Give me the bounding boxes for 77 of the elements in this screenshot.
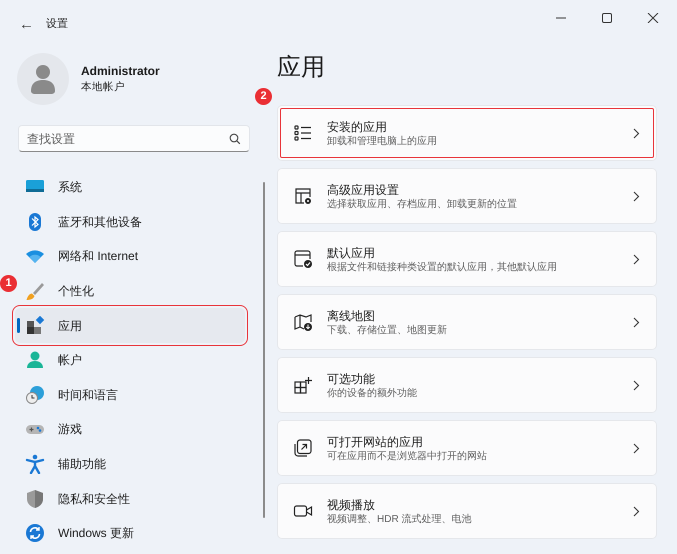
card-title: 高级应用设置 xyxy=(327,182,400,198)
nav-item[interactable]: 系统 xyxy=(15,170,245,205)
page-title: 应用 xyxy=(277,54,326,82)
window-check-icon xyxy=(293,249,313,269)
person-icon xyxy=(25,350,45,370)
person-silhouette-icon xyxy=(30,64,56,94)
chevron-right-icon xyxy=(633,506,640,516)
card-subtitle: 根据文件和链接种类设置的默认应用，其他默认应用 xyxy=(327,260,558,274)
brush-icon xyxy=(25,281,45,302)
nav-item[interactable]: 应用 xyxy=(15,308,245,343)
globe-clock-icon xyxy=(25,384,45,405)
nav-label: Windows 更新 xyxy=(58,525,134,542)
nav-label: 个性化 xyxy=(58,283,94,300)
nav-label: 游戏 xyxy=(58,421,82,438)
window-title: 设置 xyxy=(46,16,68,32)
nav-label: 辅助功能 xyxy=(58,456,106,474)
chevron-right-icon xyxy=(633,128,640,138)
nav-label: 应用 xyxy=(58,318,82,335)
account-type: 本地帐户 xyxy=(81,80,126,96)
nav-item[interactable]: 时间和语言 xyxy=(15,378,245,412)
card-subtitle: 你的设备的额外功能 xyxy=(327,386,418,400)
nav-label: 时间和语言 xyxy=(58,386,118,404)
settings-card[interactable]: 默认应用 根据文件和链接种类设置的默认应用，其他默认应用 xyxy=(277,231,657,287)
card-subtitle: 选择获取应用、存档应用、卸载更新的位置 xyxy=(327,198,518,210)
scrollbar[interactable] xyxy=(263,182,265,518)
nav-label: 隐私和安全性 xyxy=(58,490,130,508)
card-title: 默认应用 xyxy=(327,244,376,260)
card-title: 可选功能 xyxy=(327,370,376,386)
maximize-icon xyxy=(601,13,613,23)
card-subtitle: 视频调整、HDR 流式处理、电池 xyxy=(327,512,472,526)
profile-name: Administrator xyxy=(81,63,160,80)
nav-item[interactable]: Windows 更新 xyxy=(15,516,245,551)
selection-indicator xyxy=(17,318,20,334)
card-title: 安装的应用 xyxy=(327,118,388,134)
apps-icon xyxy=(25,316,45,336)
nav-label: 系统 xyxy=(58,179,82,196)
card-title: 离线地图 xyxy=(327,308,376,324)
nav-item[interactable]: 辅助功能 xyxy=(15,446,245,482)
settings-card[interactable]: 安装的应用 卸载和管理电脑上的应用 xyxy=(277,105,657,161)
nav-item[interactable]: 游戏 xyxy=(15,412,245,447)
card-title: 可打开网站的应用 xyxy=(327,434,424,450)
settings-card[interactable]: 视频播放 视频调整、HDR 流式处理、电池 xyxy=(277,483,657,539)
chevron-right-icon xyxy=(633,254,640,264)
number-badge: 2 xyxy=(255,88,272,105)
chevron-right-icon xyxy=(633,442,640,454)
card-title: 视频播放 xyxy=(327,496,376,512)
search-icon xyxy=(229,133,241,145)
list-icon xyxy=(293,123,313,143)
card-subtitle: 卸载和管理电脑上的应用 xyxy=(327,134,438,148)
settings-card[interactable]: 离线地图 下载、存储位置、地图更新 xyxy=(277,294,657,350)
settings-card[interactable]: 可打开网站的应用 可在应用而不是浏览器中打开的网站 xyxy=(277,420,657,476)
nav-item[interactable]: 帐户 xyxy=(15,342,245,378)
map-download-icon xyxy=(293,312,313,332)
accessibility-icon xyxy=(25,454,45,474)
nav-label: 蓝牙和其他设备 xyxy=(58,214,142,231)
nav-item[interactable]: 蓝牙和其他设备 xyxy=(15,204,245,240)
grid-plus-icon xyxy=(293,375,313,395)
nav-label: 网络和 Internet xyxy=(58,248,138,266)
settings-card[interactable]: 高级应用设置 选择获取应用、存档应用、卸载更新的位置 xyxy=(277,168,657,224)
card-subtitle: 可在应用而不是浏览器中打开的网站 xyxy=(327,450,488,462)
number-badge: 1 xyxy=(0,274,17,292)
card-subtitle: 下载、存储位置、地图更新 xyxy=(327,324,448,336)
shield-icon xyxy=(25,488,45,509)
settings-card[interactable]: 可选功能 你的设备的额外功能 xyxy=(277,357,657,413)
chevron-right-icon xyxy=(633,190,640,202)
nav-item[interactable]: 隐私和安全性 xyxy=(15,481,245,516)
open-external-icon xyxy=(293,438,313,458)
refresh-icon xyxy=(25,523,45,544)
back-button[interactable]: ← xyxy=(13,16,40,32)
search-field[interactable]: 查找设置 xyxy=(18,125,250,152)
chevron-right-icon xyxy=(633,316,640,328)
close-icon xyxy=(647,13,659,23)
nav-item[interactable]: 网络和 Internet xyxy=(15,239,245,274)
window-gear-icon xyxy=(293,186,313,206)
nav-item[interactable]: 个性化 xyxy=(15,274,245,308)
nav-label: 帐户 xyxy=(58,352,82,370)
chevron-right-icon xyxy=(633,380,640,390)
